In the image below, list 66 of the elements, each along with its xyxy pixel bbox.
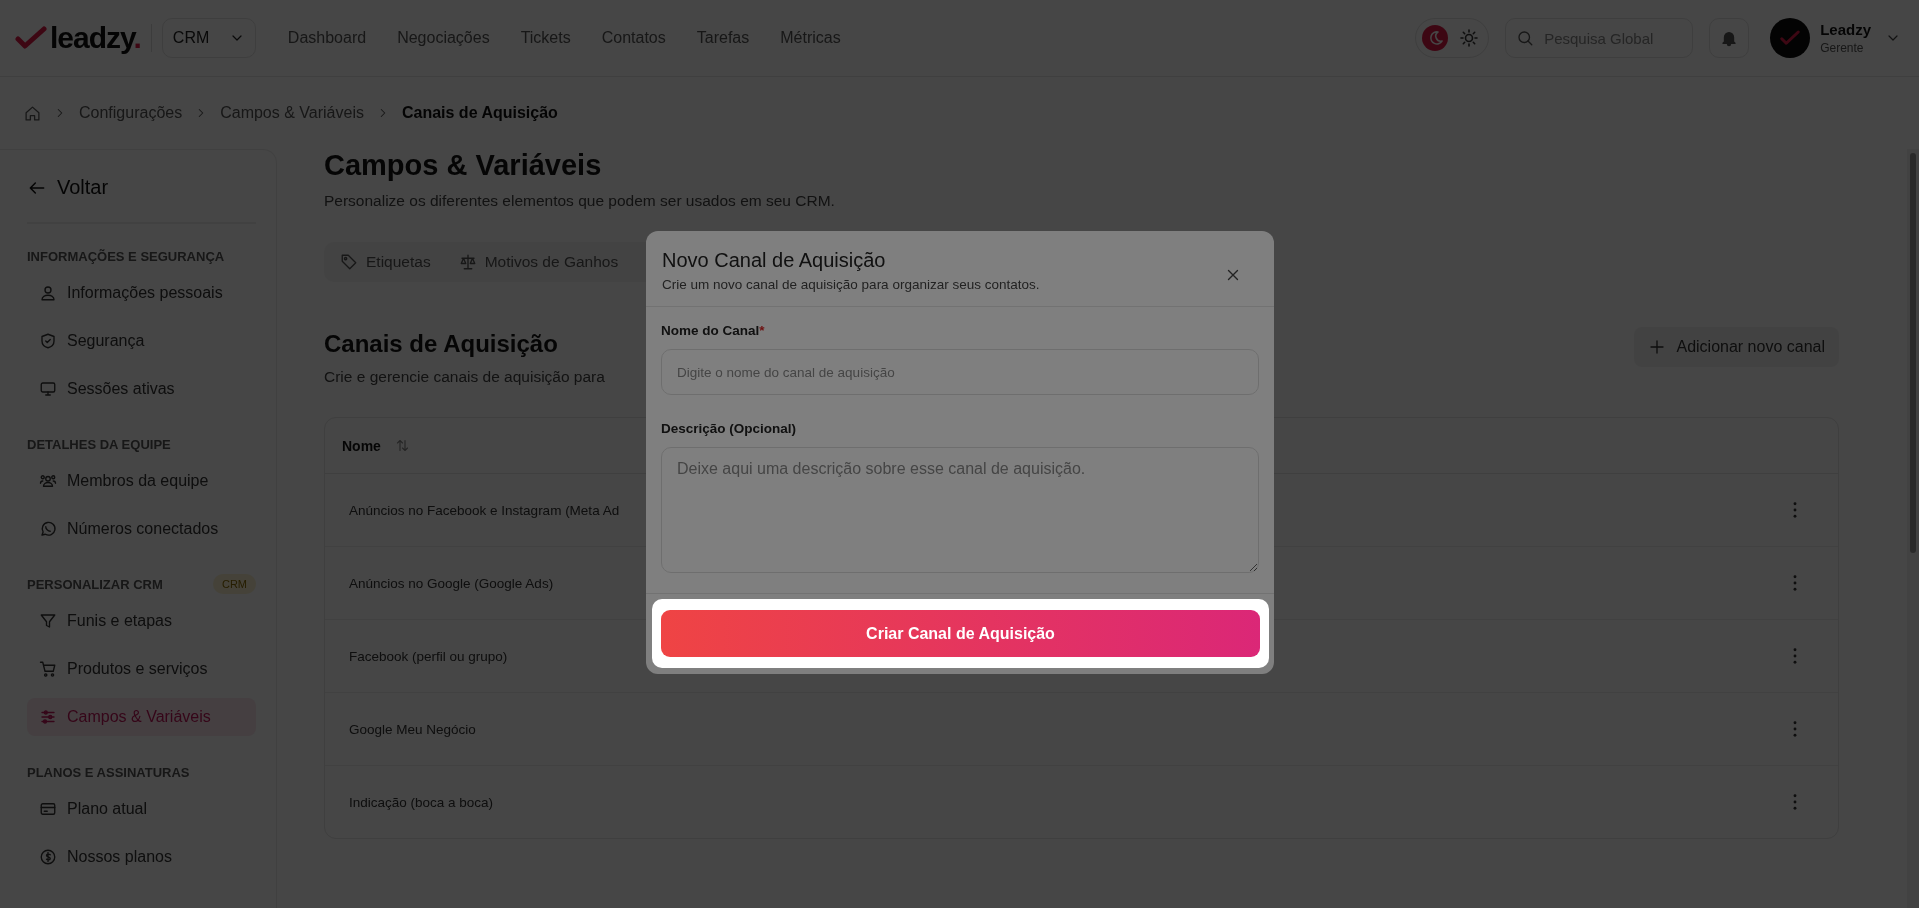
channel-name-input[interactable]: Digite o nome do canal de aquisição [661,349,1259,395]
more-options-icon[interactable] [1792,574,1798,592]
scale-icon [458,253,477,271]
more-options-icon[interactable] [1792,720,1798,738]
sidebar-item-label: Campos & Variáveis [67,708,211,726]
page-title: Campos & Variáveis [324,149,603,182]
check-mark-icon [15,26,47,50]
user-icon [39,284,57,302]
sidebar-item-label: Funis e etapas [67,612,172,630]
sidebar-item-label: Números conectados [67,520,219,538]
sidebar-item-label: Produtos e serviços [67,660,208,678]
tag-icon [340,253,358,271]
sidebar-item-label: Sessões ativas [67,380,175,398]
sidebar-item[interactable]: Produtos e serviços [27,650,256,688]
section-title: Canais de Aquisição [324,330,559,358]
more-options-icon[interactable] [1792,793,1798,811]
bell-icon [1720,29,1739,47]
sidebar-item[interactable]: Membros da equipe [27,462,256,500]
sidebar-item-label: Plano atual [67,800,148,818]
moon-icon[interactable] [1421,24,1450,52]
sort-icon[interactable] [394,438,410,453]
dialog-title: Novo Canal de Aquisição [662,249,887,272]
sidebar-item-label: Membros da equipe [67,472,209,490]
more-options-icon[interactable] [1792,501,1798,519]
sliders-icon [39,708,57,726]
monitor-icon [39,380,57,398]
field-label: Nome do Canal* [661,323,766,338]
notification-button[interactable] [1709,18,1750,58]
sidebar-item-label: Nossos planos [67,848,172,866]
scroll-bar[interactable] [1907,149,1919,908]
workspace-select[interactable]: CRM [161,18,256,58]
create-channel-button[interactable]: Criar Canal de Aquisição [661,610,1260,657]
sidebar-item[interactable]: Campos & Variáveis [27,698,256,736]
dollar-icon [39,848,57,866]
crm-badge: CRM [212,574,256,594]
shield-icon [39,332,57,350]
sidebar-item-label: Informações pessoais [67,284,223,302]
sidebar-item[interactable]: Sessões ativas [27,370,256,408]
avatar[interactable] [1770,18,1811,58]
credit-card-icon [39,800,57,818]
back-button[interactable]: Voltar [27,168,109,207]
logo-text: leadzy. [50,21,141,55]
sidebar-item[interactable]: Plano atual [27,790,256,828]
breadcrumb-item: Canais de Aquisição [401,104,558,122]
sidebar-item[interactable]: Números conectados [27,510,256,548]
cart-icon [39,660,57,678]
chat-bubble-icon [39,520,57,538]
sidebar-item[interactable]: Informações pessoais [27,274,256,312]
filter-icon [39,612,57,630]
search-icon [1516,29,1535,47]
table-cell: Facebook (perfil ou grupo) [349,648,508,664]
user-name: Leadzy [1820,21,1871,38]
table-cell: Google Meu Negócio [349,721,476,737]
table-cell: Indicação (boca a boca) [349,794,494,810]
sidebar-item[interactable]: Segurança [27,322,256,360]
more-options-icon[interactable] [1792,647,1798,665]
sidebar-item[interactable]: Funis e etapas [27,602,256,640]
plus-icon [1648,338,1667,356]
column-header[interactable]: Nome [342,437,381,454]
home-icon[interactable] [24,104,41,122]
description-textarea[interactable]: Deixe aqui uma descrição sobre esse canal de aquisição. [661,447,1259,573]
dialog-subtitle: Crie um novo canal de aquisição para organizar seus contatos. [662,277,1040,292]
users-icon [39,472,57,490]
sidebar-item[interactable]: Nossos planos [27,838,256,876]
sidebar-item-label: Segurança [67,332,145,350]
field-label: Descrição (Opcional) [661,421,798,436]
